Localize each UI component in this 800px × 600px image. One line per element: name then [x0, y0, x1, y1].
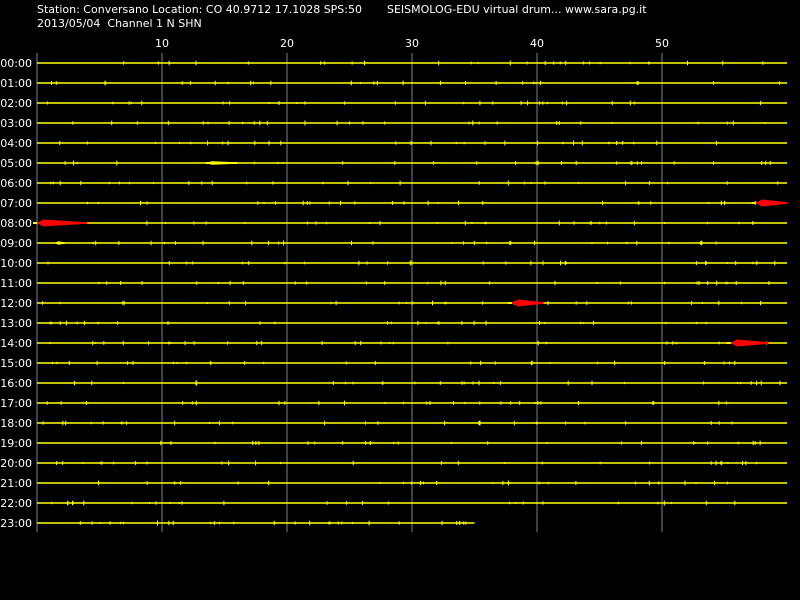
minute-tick-labels: 10 20 30 40 50	[155, 37, 669, 50]
row-label-1300: 13:00	[0, 317, 32, 330]
row-label-1000: 10:00	[0, 257, 32, 270]
row-label-0200: 02:00	[0, 97, 32, 110]
row-label-1800: 18:00	[0, 417, 32, 430]
event-0500-0	[205, 161, 237, 165]
row-label-1700: 17:00	[0, 397, 32, 410]
row-label-1400: 14:00	[0, 337, 32, 350]
row-label-1100: 11:00	[0, 277, 32, 290]
row-label-0500: 05:00	[0, 157, 32, 170]
row-label-2000: 20:00	[0, 457, 32, 470]
event-1200-4	[508, 299, 544, 307]
x-tick-label-30: 30	[405, 37, 419, 50]
row-label-0000: 00:00	[0, 57, 32, 70]
event-0700-1	[751, 199, 787, 207]
event-0800-2	[33, 219, 87, 227]
event-0900-3	[55, 241, 65, 245]
row-label-2100: 21:00	[0, 477, 32, 490]
seismogram-drum-chart: 10 20 30 40 50 00:00 01:00 02:00 03:00 04:00 05:0…	[0, 37, 787, 532]
row-label-0100: 01:00	[0, 77, 32, 90]
row-label-0900: 09:00	[0, 237, 32, 250]
row-label-2200: 22:00	[0, 497, 32, 510]
row-label-1900: 19:00	[0, 437, 32, 450]
row-label-1600: 16:00	[0, 377, 32, 390]
row-label-0700: 07:00	[0, 197, 32, 210]
x-tick-label-10: 10	[155, 37, 169, 50]
row-label-0600: 06:00	[0, 177, 32, 190]
row-label-2300: 23:00	[0, 517, 32, 530]
seismic-events	[33, 161, 787, 347]
hour-row-labels: 00:00 01:00 02:00 03:00 04:00 05:00 06:00 07:00…	[0, 57, 32, 530]
row-label-0800: 08:00	[0, 217, 32, 230]
vertical-gridlines	[36, 53, 663, 532]
trace-noise-spikes	[42, 60, 781, 526]
row-label-1200: 12:00	[0, 297, 32, 310]
x-tick-label-20: 20	[280, 37, 294, 50]
row-label-0400: 04:00	[0, 137, 32, 150]
row-label-0300: 03:00	[0, 117, 32, 130]
x-tick-label-50: 50	[655, 37, 669, 50]
event-1400-5	[726, 339, 769, 347]
row-label-1500: 15:00	[0, 357, 32, 370]
x-tick-label-40: 40	[530, 37, 544, 50]
